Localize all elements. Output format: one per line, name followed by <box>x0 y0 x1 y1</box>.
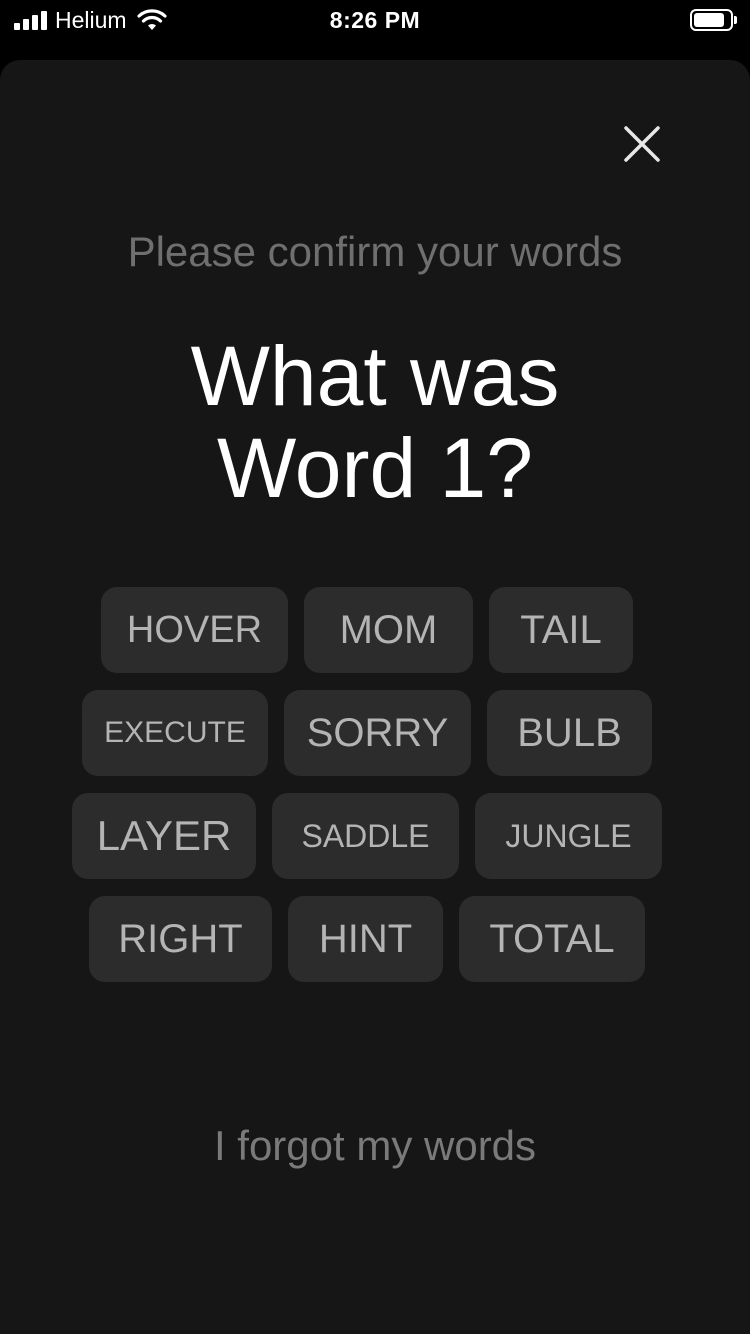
word-chip[interactable]: RIGHT <box>89 896 272 982</box>
word-chip[interactable]: SORRY <box>284 690 471 776</box>
word-chip-row-1: HOVER MOM TAIL <box>101 587 633 673</box>
word-chip[interactable]: HOVER <box>101 587 288 673</box>
confirm-words-sheet: Please confirm your words What was Word … <box>0 60 750 1334</box>
word-chip[interactable]: JUNGLE <box>475 793 662 879</box>
word-chip-row-3: LAYER SADDLE JUNGLE <box>72 793 662 879</box>
status-time: 8:26 PM <box>329 7 421 33</box>
status-bar: Helium 8:26 PM <box>0 0 750 40</box>
word-chip[interactable]: EXECUTE <box>82 690 268 776</box>
close-icon <box>624 126 660 162</box>
word-chip[interactable]: LAYER <box>72 793 256 879</box>
question-heading: What was Word 1? <box>0 330 750 514</box>
battery-icon <box>690 9 738 31</box>
word-chip[interactable]: MOM <box>304 587 473 673</box>
word-chip[interactable]: HINT <box>288 896 443 982</box>
question-line-2: Word 1? <box>217 421 533 515</box>
question-line-1: What was <box>190 329 560 423</box>
confirm-subtitle: Please confirm your words <box>127 228 623 275</box>
word-chip[interactable]: BULB <box>487 690 652 776</box>
forgot-words-link[interactable]: I forgot my words <box>0 1122 750 1170</box>
word-chip[interactable]: TOTAL <box>459 896 645 982</box>
word-chip-row-4: RIGHT HINT TOTAL <box>89 896 645 982</box>
word-chip[interactable]: SADDLE <box>272 793 459 879</box>
close-button[interactable] <box>616 118 668 170</box>
word-chip[interactable]: TAIL <box>489 587 633 673</box>
word-chip-row-2: EXECUTE SORRY BULB <box>82 690 652 776</box>
